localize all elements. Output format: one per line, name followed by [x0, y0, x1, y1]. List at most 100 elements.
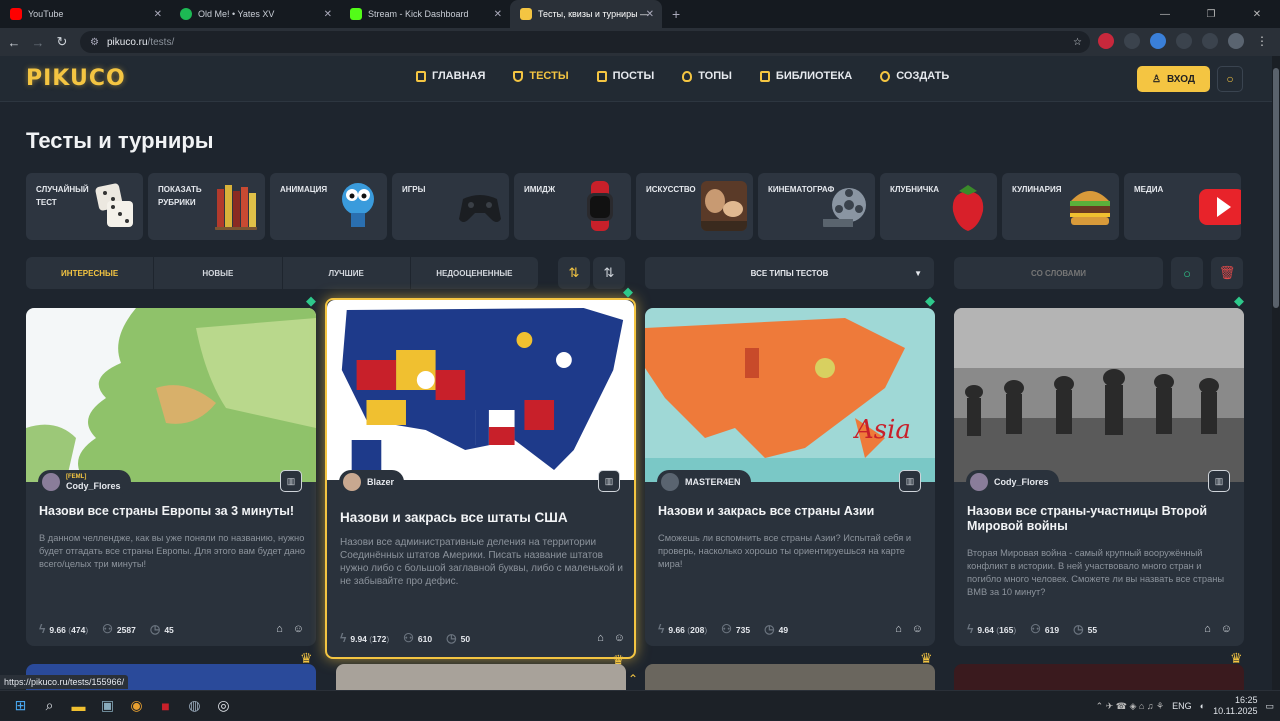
category-animation[interactable]: АНИМАЦИЯ — [270, 173, 387, 240]
chart-icon[interactable]: ▥ — [598, 470, 620, 492]
clock[interactable]: 16:25 10.11.2025 — [1213, 695, 1257, 717]
close-icon[interactable]: ✕ — [494, 9, 502, 20]
like-icon[interactable]: ⌂ — [895, 623, 902, 635]
tab-kick[interactable]: Stream - Kick Dashboard ✕ — [340, 0, 510, 28]
close-icon[interactable]: ✕ — [646, 9, 654, 20]
category-art[interactable]: ИСКУССТВО — [636, 173, 753, 240]
puzzle-icon[interactable] — [1176, 33, 1192, 49]
search-icon[interactable]: ⌕ — [35, 691, 64, 721]
category-media[interactable]: МЕДИА — [1124, 173, 1241, 240]
new-tab-icon[interactable]: + — [662, 6, 690, 22]
nav-home[interactable]: ГЛАВНАЯ — [416, 70, 485, 82]
tray-icons[interactable]: ⌃ ✈ ☎ ◈ ⌂ ♫ ⚘ — [1096, 701, 1164, 712]
steam-icon[interactable]: ◍ — [180, 691, 209, 721]
media-icon[interactable] — [1202, 33, 1218, 49]
forward-icon[interactable]: → — [26, 35, 50, 50]
scrollbar-thumb[interactable] — [1273, 68, 1279, 308]
category-cinema[interactable]: КИНЕМАТОГРАФ — [758, 173, 875, 240]
test-card[interactable]: Asia MASTER4EN ▥ Назови и закрась все ст… — [645, 308, 935, 646]
nav-library[interactable]: БИБЛИОТЕКА — [759, 70, 852, 82]
language-indicator[interactable]: ENG — [1172, 701, 1192, 711]
emoji-icon[interactable]: ☺ — [1221, 623, 1232, 635]
test-card[interactable]: Cody_Flores ▥ Назови все страны-участниц… — [954, 308, 1244, 646]
site-info-icon[interactable]: ⚙ — [90, 37, 99, 48]
scroll-up-icon[interactable]: ⌃ — [628, 672, 638, 686]
like-icon[interactable]: ⌂ — [276, 623, 283, 635]
notifications-icon[interactable]: ▭ — [1265, 701, 1274, 712]
nav-label: ТОПЫ — [698, 70, 732, 82]
test-type-select[interactable]: ВСЕ ТИПЫ ТЕСТОВ ▼ — [645, 257, 934, 289]
author-chip[interactable]: MASTER4EN — [657, 470, 751, 494]
filter-interesting[interactable]: ИНТЕРЕСНЫЕ — [26, 257, 155, 289]
windows-start-icon[interactable]: ⊞ — [6, 691, 35, 721]
close-icon[interactable]: ✕ — [324, 9, 332, 20]
next-card-preview[interactable] — [645, 664, 935, 690]
rating-count: 474 — [71, 625, 86, 635]
app-icon[interactable]: ▣ — [93, 691, 122, 721]
filter-underrated[interactable]: НЕДООЦЕНЕННЫЕ — [411, 257, 538, 289]
volume-icon[interactable]: ◐ — [1200, 701, 1205, 711]
card-title[interactable]: Назови все страны-участницы Второй Миров… — [967, 504, 1232, 534]
emoji-icon[interactable]: ☺ — [614, 632, 625, 644]
obs-icon[interactable]: ◎ — [209, 691, 238, 721]
extension-icon[interactable] — [1150, 33, 1166, 49]
test-card[interactable]: [FEML] Cody_Flores ▥ Назови все страны Ев… — [26, 308, 316, 646]
category-random[interactable]: СЛУЧАЙНЫЙ ТЕСТ — [26, 173, 143, 240]
emoji-icon[interactable]: ☺ — [912, 623, 923, 635]
filter-new[interactable]: НОВЫЕ — [154, 257, 283, 289]
chart-icon[interactable]: ▥ — [280, 470, 302, 492]
author-chip[interactable]: [FEML] Cody_Flores — [38, 470, 131, 494]
users-icon: ⚇ — [403, 631, 414, 645]
chart-icon[interactable]: ▥ — [1208, 470, 1230, 492]
author-chip[interactable]: Blazer — [339, 470, 405, 494]
avatar[interactable] — [1228, 33, 1244, 49]
next-card-preview[interactable] — [954, 664, 1244, 690]
category-cooking[interactable]: КУЛИНАРИЯ — [1002, 173, 1119, 240]
category-image[interactable]: ИМИДЖ — [514, 173, 631, 240]
nav-tests[interactable]: ТЕСТЫ — [513, 70, 569, 82]
card-title[interactable]: Назови все страны Европы за 3 минуты! — [39, 504, 304, 519]
nav-posts[interactable]: ПОСТЫ — [596, 70, 654, 82]
tab-spotify[interactable]: Old Me! • Yates XV ✕ — [170, 0, 340, 28]
minimize-icon[interactable]: — — [1142, 9, 1188, 20]
search-submit-button[interactable]: ○ — [1171, 257, 1203, 289]
author-chip[interactable]: Cody_Flores — [966, 470, 1059, 494]
url-field[interactable]: ⚙ pikuco.ru/tests/ ☆ — [80, 31, 1090, 53]
next-card-preview[interactable] — [336, 664, 626, 690]
nav-create[interactable]: СОЗДАТЬ — [880, 70, 949, 82]
tab-pikuco[interactable]: Тесты, квизы и турниры — Pik ✕ — [510, 0, 662, 28]
test-card-featured[interactable]: Blazer ▥ Назови и закрась все штаты США … — [325, 298, 636, 659]
filter-best[interactable]: ЛУЧШИЕ — [283, 257, 411, 289]
like-icon[interactable]: ⌂ — [597, 632, 604, 644]
bookmark-star-icon[interactable]: ☆ — [1073, 37, 1082, 48]
more-menu-icon[interactable]: ⋮ — [1254, 33, 1270, 49]
maximize-icon[interactable]: ❐ — [1188, 9, 1234, 20]
header-search-button[interactable]: ○ — [1217, 66, 1243, 92]
file-explorer-icon[interactable]: ▬ — [64, 691, 93, 721]
page-scrollbar[interactable] — [1272, 56, 1280, 690]
extension-icon[interactable] — [1098, 33, 1114, 49]
sort-asc-button[interactable]: ⇅ — [558, 257, 590, 289]
category-show-rubrics[interactable]: ПОКАЗАТЬ РУБРИКИ — [148, 173, 265, 240]
card-title[interactable]: Назови и закрась все страны Азии — [658, 504, 923, 519]
category-games[interactable]: ИГРЫ — [392, 173, 509, 240]
dota-icon[interactable]: ■ — [151, 691, 180, 721]
like-icon[interactable]: ⌂ — [1204, 623, 1211, 635]
nav-tops[interactable]: ТОПЫ — [682, 70, 732, 82]
tab-youtube[interactable]: YouTube ✕ — [0, 0, 170, 28]
login-button[interactable]: ♙ ВХОД — [1137, 66, 1210, 92]
back-icon[interactable]: ← — [2, 35, 26, 50]
category-strawberry[interactable]: КЛУБНИЧКА — [880, 173, 997, 240]
card-title[interactable]: Назови и закрась все штаты США — [340, 510, 605, 525]
site-logo[interactable]: PIKUCO — [26, 66, 126, 91]
extension-icon[interactable] — [1124, 33, 1140, 49]
gem-icon: ◆ — [925, 293, 935, 308]
chrome-icon[interactable]: ◉ — [122, 691, 151, 721]
words-search-input[interactable] — [954, 257, 1163, 289]
close-window-icon[interactable]: ✕ — [1234, 9, 1280, 20]
reload-icon[interactable]: ↻ — [50, 34, 74, 50]
emoji-icon[interactable]: ☺ — [293, 623, 304, 635]
close-icon[interactable]: ✕ — [154, 9, 162, 20]
clear-filters-button[interactable]: 🗑 — [1211, 257, 1243, 289]
chart-icon[interactable]: ▥ — [899, 470, 921, 492]
